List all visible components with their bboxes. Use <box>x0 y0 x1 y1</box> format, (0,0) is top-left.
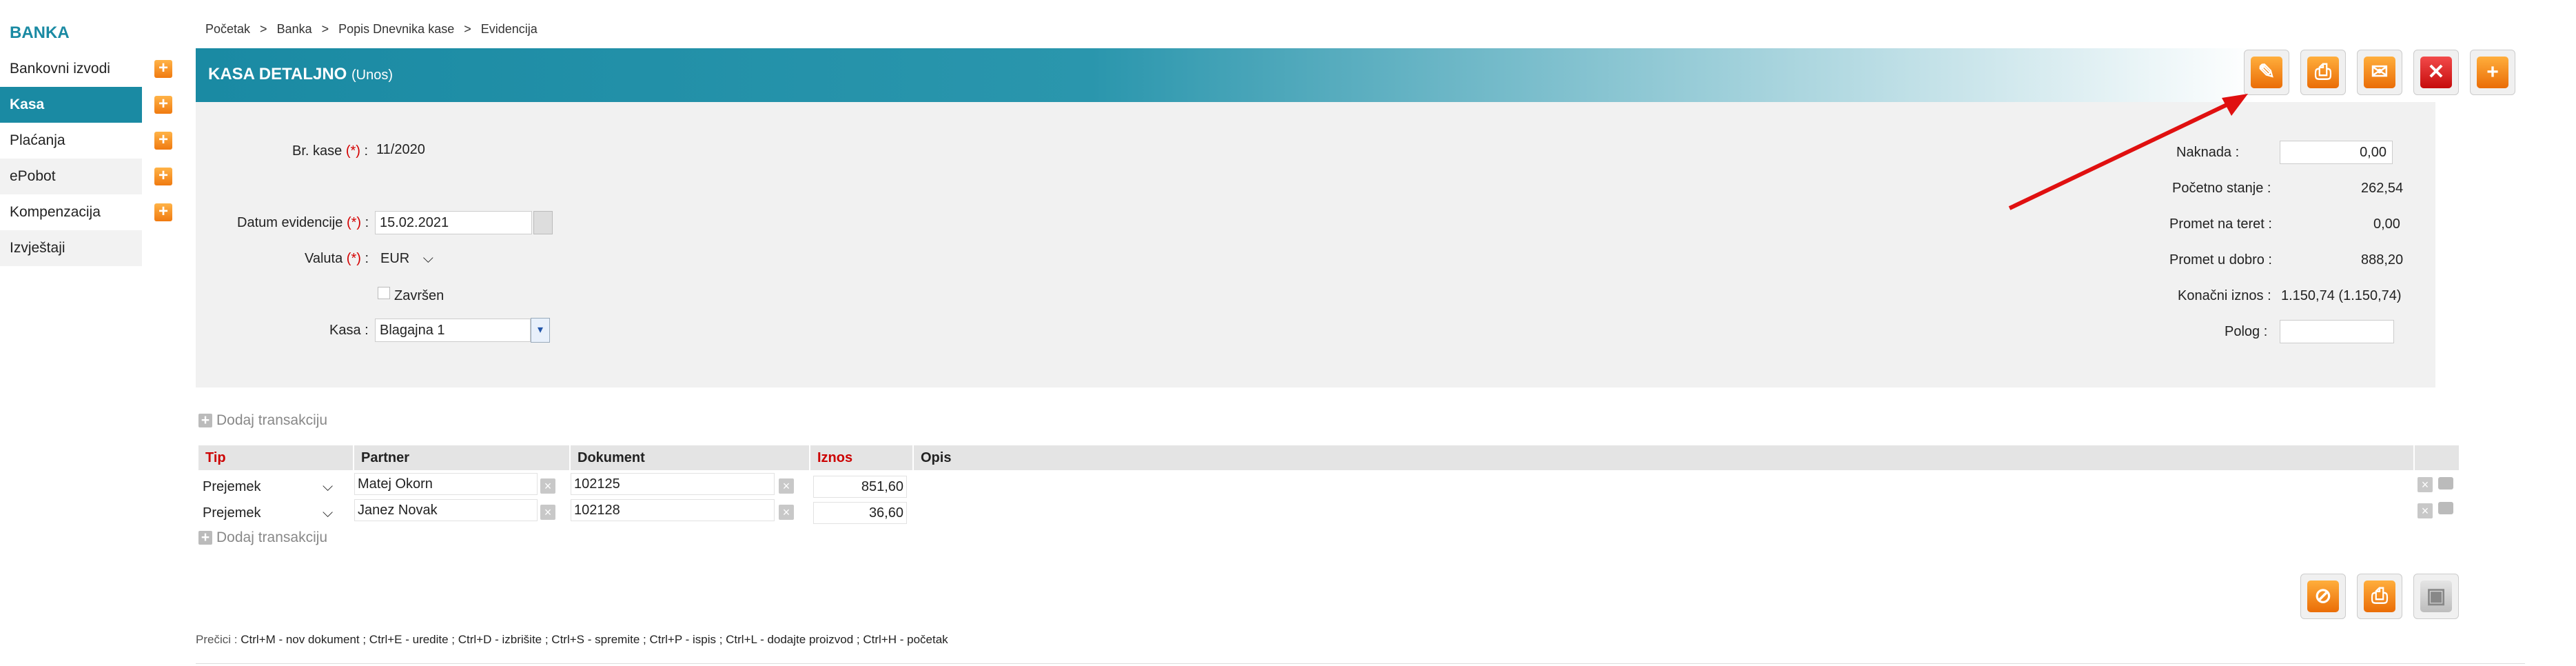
partner-input[interactable]: Matej Okorn <box>354 473 538 495</box>
tip-value: Prejemek <box>203 479 261 494</box>
add-transaction-link[interactable]: + Dodaj transakciju <box>198 412 327 429</box>
column-header-dokument: Dokument <box>571 445 810 470</box>
clear-icon[interactable]: × <box>540 478 555 494</box>
shortcuts-text: Ctrl+M - nov dokument ; Ctrl+E - uredite… <box>241 633 948 646</box>
dokument-input[interactable]: 102128 <box>571 499 775 521</box>
add-transaction-link[interactable]: + Dodaj transakciju <box>198 529 327 546</box>
cancel-button[interactable]: ⊘ <box>2300 574 2346 619</box>
cancel-icon: ⊘ <box>2307 581 2339 612</box>
print-row-icon[interactable] <box>2438 477 2453 490</box>
plus-icon: + <box>198 413 212 427</box>
partner-input[interactable]: Janez Novak <box>354 499 538 521</box>
clear-icon[interactable]: × <box>540 505 555 520</box>
plus-icon: + <box>198 530 212 545</box>
chevron-down-icon: ⌵ <box>323 505 334 521</box>
clear-icon[interactable]: × <box>779 478 794 494</box>
opis-input[interactable] <box>917 502 2411 524</box>
column-header-opis: Opis <box>914 445 2415 470</box>
arrow-shaft <box>2008 97 2240 210</box>
chevron-down-icon: ⌵ <box>323 479 334 494</box>
arrow-head <box>2222 94 2248 116</box>
keyboard-shortcuts: Prečici : Ctrl+M - nov dokument ; Ctrl+E… <box>196 633 948 647</box>
tip-select[interactable]: Prejemek ⌵ <box>203 502 347 524</box>
iznos-input[interactable]: 36,60 <box>813 502 907 524</box>
tip-select[interactable]: Prejemek ⌵ <box>203 476 347 498</box>
shortcuts-label: Prečici : <box>196 633 238 646</box>
iznos-input[interactable]: 851,60 <box>813 476 907 498</box>
opis-input[interactable] <box>917 476 2411 498</box>
divider <box>196 663 2525 664</box>
save-button[interactable]: ▣ <box>2413 574 2459 619</box>
add-transaction-label: Dodaj transakciju <box>216 529 328 545</box>
print-button-bottom[interactable]: ⎙ <box>2357 574 2402 619</box>
tip-value: Prejemek <box>203 505 261 521</box>
column-header-iznos: Iznos <box>810 445 914 470</box>
delete-row-icon[interactable]: × <box>2417 477 2433 492</box>
print-row-icon[interactable] <box>2438 502 2453 514</box>
column-header-partner: Partner <box>354 445 571 470</box>
dokument-input[interactable]: 102125 <box>571 473 775 495</box>
column-header-actions <box>2415 445 2460 470</box>
print-icon: ⎙ <box>2364 581 2395 612</box>
add-transaction-label: Dodaj transakciju <box>216 412 328 428</box>
annotation-arrow <box>2008 94 2248 210</box>
save-icon: ▣ <box>2420 581 2452 612</box>
column-header-tip: Tip <box>198 445 354 470</box>
delete-row-icon[interactable]: × <box>2417 503 2433 518</box>
clear-icon[interactable]: × <box>779 505 794 520</box>
